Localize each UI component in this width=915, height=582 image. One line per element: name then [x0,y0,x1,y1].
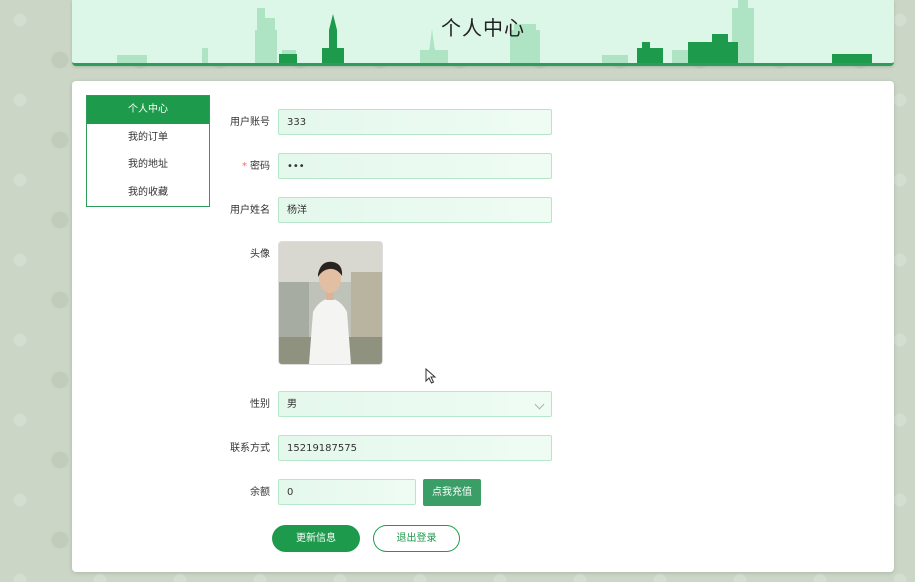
sidebar-item-personal-center[interactable]: 个人中心 [87,96,209,124]
balance-input[interactable]: 0 [278,479,416,505]
phone-input[interactable]: 15219187575 [278,435,552,461]
sidebar-item-my-orders[interactable]: 我的订单 [87,124,209,152]
mouse-cursor-icon [425,368,437,384]
chevron-down-icon [534,399,545,410]
balance-label: 余额 [250,487,270,498]
gender-selected-value: 男 [287,399,297,410]
sidebar-menu: 个人中心 我的订单 我的地址 我的收藏 [86,95,210,207]
gender-label: 性别 [250,399,270,410]
avatar-photo [279,242,382,364]
update-info-button[interactable]: 更新信息 [272,525,360,552]
password-input[interactable]: ••• [278,153,552,179]
account-input[interactable]: 333 [278,109,552,135]
sidebar-item-my-favorites[interactable]: 我的收藏 [87,179,209,207]
required-mark: * [242,161,247,172]
password-label-wrap: * 密码 [212,153,270,181]
main-panel: 个人中心 我的订单 我的地址 我的收藏 用户账号 333 * 密码 ••• 用户姓… [72,81,894,572]
recharge-button[interactable]: 点我充值 [423,479,481,506]
sidebar-item-my-address[interactable]: 我的地址 [87,151,209,179]
account-label: 用户账号 [230,117,270,128]
logout-button[interactable]: 退出登录 [373,525,460,552]
avatar-image[interactable] [278,241,383,365]
page-title: 个人中心 [441,16,525,40]
gender-select[interactable]: 男 [278,391,552,417]
name-input[interactable]: 杨洋 [278,197,552,223]
avatar-label: 头像 [250,249,270,260]
phone-label: 联系方式 [230,443,270,454]
password-label: 密码 [250,161,270,172]
header-banner: 个人中心 [72,0,894,66]
name-label: 用户姓名 [230,205,270,216]
